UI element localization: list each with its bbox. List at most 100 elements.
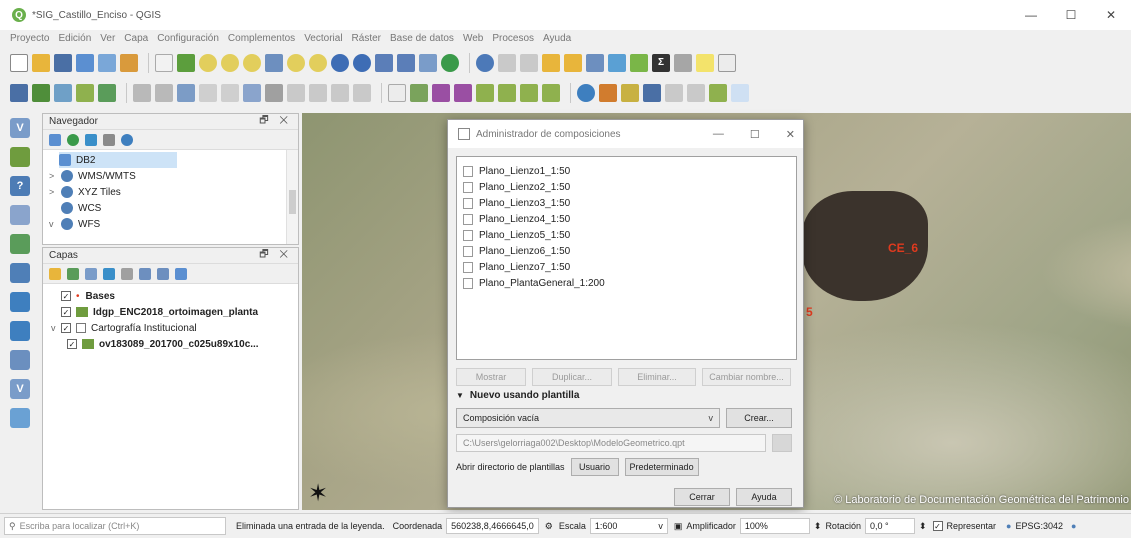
add-virtual-layer-icon[interactable] (10, 350, 30, 370)
qgis-cloud-icon[interactable] (709, 84, 727, 102)
add-raster-icon[interactable] (76, 84, 94, 102)
new-project-icon[interactable] (10, 54, 28, 72)
spin-icon[interactable]: ⬍ (814, 521, 822, 532)
magnifier-field[interactable]: 100% (739, 518, 810, 534)
add-wfs-icon[interactable] (10, 292, 30, 312)
sum-icon[interactable]: Σ (652, 54, 670, 72)
composition-item[interactable]: Plano_PlantaGeneral_1:200 (457, 275, 796, 291)
coordinate-field[interactable]: 560238,8,4666645,0 (446, 518, 539, 534)
show-button[interactable]: Mostrar (456, 368, 526, 386)
maximize-button[interactable]: ☐ (1051, 0, 1091, 30)
measure-icon[interactable] (674, 54, 692, 72)
add-delimited-text-icon[interactable] (10, 205, 30, 225)
pan-to-selection-icon[interactable] (177, 54, 195, 72)
expand-arrow-icon[interactable]: > (49, 187, 61, 197)
bookmark-icon[interactable] (419, 54, 437, 72)
toggle-editing-icon[interactable] (32, 84, 50, 102)
crs-globe-icon[interactable]: ● (1006, 521, 1011, 531)
add-vector-layer-icon[interactable]: V (10, 118, 30, 138)
python-console-icon[interactable] (577, 84, 595, 102)
toolbox-icon[interactable] (608, 54, 626, 72)
panel-controls[interactable]: 🗗 ✕ (259, 113, 292, 130)
panel-controls[interactable]: 🗗 ✕ (259, 247, 292, 264)
expand-all-icon[interactable] (139, 267, 151, 280)
cut-features-icon[interactable] (287, 84, 305, 102)
field-calculator-icon[interactable] (586, 54, 604, 72)
deselect-icon[interactable] (520, 54, 538, 72)
zoom-full-icon[interactable] (265, 54, 283, 72)
add-mesh-icon[interactable] (98, 84, 116, 102)
collapse-triangle-icon[interactable]: ▼ (456, 391, 464, 400)
menu-vectorial[interactable]: Vectorial (304, 33, 342, 44)
menu-web[interactable]: Web (463, 33, 483, 44)
dialog-close-button[interactable]: ✕ (786, 128, 795, 141)
zoom-selection-icon[interactable] (287, 54, 305, 72)
gps-icon[interactable] (687, 84, 705, 102)
close-button[interactable]: ✕ (1091, 0, 1131, 30)
create-button[interactable]: Crear... (726, 408, 792, 428)
add-spatialite-icon[interactable]: ? (10, 176, 30, 196)
new-map-view-icon[interactable] (375, 54, 393, 72)
refresh-icon[interactable] (67, 133, 79, 146)
label-toolbar-icon[interactable] (388, 84, 406, 102)
pan-icon[interactable] (155, 54, 173, 72)
zoom-in-icon[interactable] (199, 54, 217, 72)
browse-template-button[interactable] (772, 434, 792, 452)
zoom-native-icon[interactable] (243, 54, 261, 72)
dialog-minimize-button[interactable]: — (713, 128, 724, 141)
minimize-button[interactable]: — (1011, 0, 1051, 30)
crs-label[interactable]: EPSG:3042 (1015, 521, 1063, 531)
menu-edicion[interactable]: Edición (58, 33, 91, 44)
menu-proyecto[interactable]: Proyecto (10, 33, 49, 44)
zoom-layer-icon[interactable] (309, 54, 327, 72)
open-attribute-table-icon[interactable] (564, 54, 582, 72)
template-path-field[interactable]: C:\Users\gelorriaga002\Desktop\ModeloGeo… (456, 434, 766, 452)
help-icon[interactable] (643, 84, 661, 102)
user-directory-button[interactable]: Usuario (570, 458, 619, 476)
menu-raster[interactable]: Ráster (352, 33, 381, 44)
expand-arrow-icon[interactable]: > (49, 171, 61, 181)
template-select[interactable]: Composición vacía v (456, 408, 720, 428)
menu-ver[interactable]: Ver (100, 33, 115, 44)
group-visibility-checkbox[interactable]: ✓ (61, 323, 71, 333)
edit-icon[interactable] (155, 84, 173, 102)
rotation-field[interactable]: 0,0 ° (864, 518, 915, 534)
menu-ayuda[interactable]: Ayuda (543, 33, 571, 44)
change-label-icon[interactable] (520, 84, 538, 102)
annotation-icon[interactable] (696, 54, 714, 72)
save-project-icon[interactable] (54, 54, 72, 72)
select-by-value-icon[interactable] (542, 54, 560, 72)
composition-item[interactable]: Plano_Lienzo3_1:50 (457, 195, 796, 211)
rotate-label-icon[interactable] (498, 84, 516, 102)
dialog-maximize-button[interactable]: ☐ (750, 128, 760, 141)
rename-button[interactable]: Cambiar nombre... (702, 368, 791, 386)
menu-base-de-datos[interactable]: Base de datos (390, 33, 454, 44)
redo-icon[interactable] (353, 84, 371, 102)
add-layers-icon[interactable] (49, 133, 61, 146)
lock-icon[interactable]: ▣ (674, 521, 683, 532)
delete-selected-icon[interactable] (265, 84, 283, 102)
zoom-to-coordinates-icon[interactable] (731, 84, 749, 102)
browser-item-db2[interactable]: DB2 (59, 152, 177, 168)
undo-icon[interactable] (331, 84, 349, 102)
collapse-all-icon[interactable] (103, 133, 115, 146)
scale-field[interactable]: 1:600 v (589, 518, 668, 534)
filter-icon[interactable] (85, 133, 97, 146)
dialog-help-button[interactable]: Ayuda (736, 488, 792, 506)
composition-item[interactable]: Plano_Lienzo4_1:50 (457, 211, 796, 227)
collapse-arrow-icon[interactable]: v (51, 323, 61, 333)
vertex-tool-icon[interactable] (221, 84, 239, 102)
text-annotation-icon[interactable] (718, 54, 736, 72)
composition-item[interactable]: Plano_Lienzo6_1:50 (457, 243, 796, 259)
zoom-next-icon[interactable] (353, 54, 371, 72)
filter-expression-icon[interactable] (121, 267, 133, 280)
select-feature-icon[interactable] (498, 54, 516, 72)
composition-item[interactable]: Plano_Lienzo1_1:50 (457, 163, 796, 179)
layer-styling-icon[interactable] (49, 267, 61, 280)
layer-group-cartografia[interactable]: v ✓ Cartografía Institucional (51, 320, 298, 336)
zoom-out-icon[interactable] (221, 54, 239, 72)
layer-labeling-icon[interactable] (410, 84, 428, 102)
browser-item-wfs[interactable]: v WFS (49, 216, 298, 232)
layer-item-ortoimagen[interactable]: ✓ Idgp_ENC2018_ortoimagen_planta (51, 304, 298, 320)
move-label-icon[interactable] (476, 84, 494, 102)
